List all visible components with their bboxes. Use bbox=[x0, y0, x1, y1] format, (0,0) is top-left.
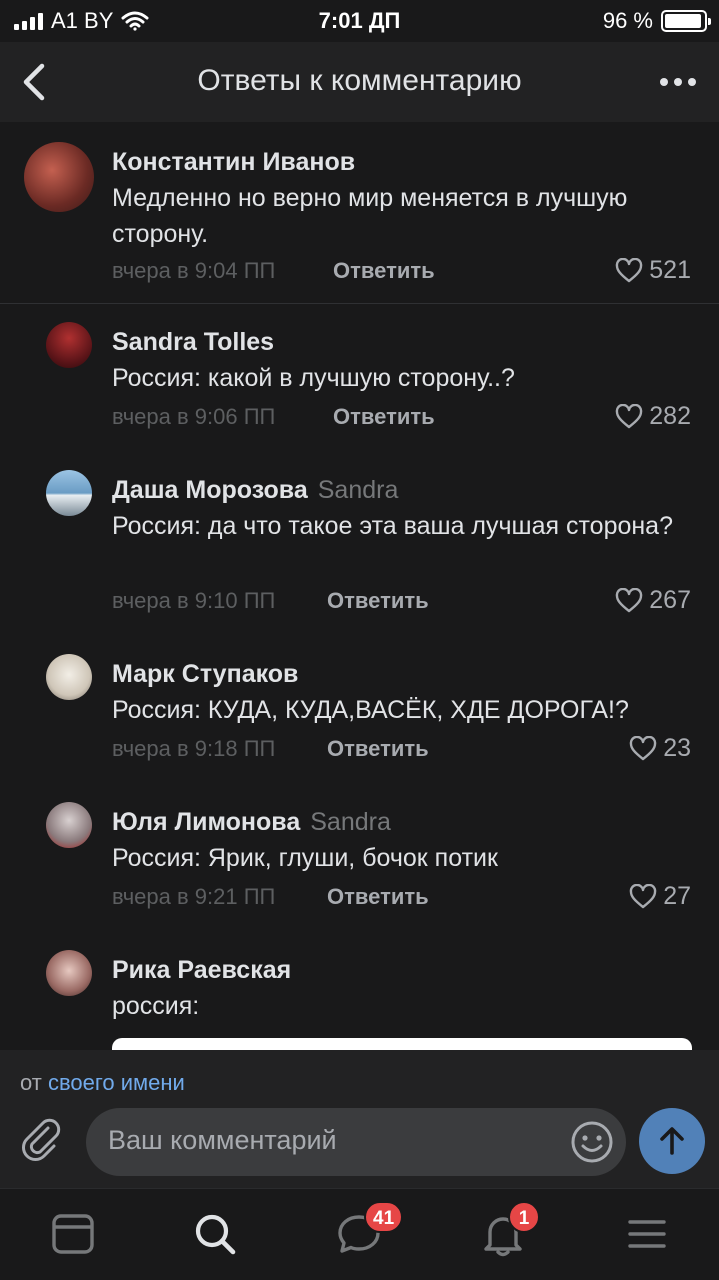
reply-comment: Даша Морозова Sandra Россия: да что такое… bbox=[0, 470, 719, 640]
comment-author[interactable]: Рика Раевская bbox=[112, 956, 291, 985]
author-name[interactable]: Sandra Tolles bbox=[112, 328, 274, 356]
messages-badge: 41 bbox=[364, 1201, 404, 1233]
status-right: 96 % bbox=[602, 8, 711, 34]
newsfeed-icon bbox=[52, 1214, 94, 1254]
comment-author[interactable]: Даша Морозова Sandra bbox=[112, 476, 398, 505]
author-name[interactable]: Юля Лимонова bbox=[112, 808, 300, 836]
avatar[interactable] bbox=[46, 654, 92, 700]
page-title: Ответы к комментарию bbox=[197, 64, 522, 97]
author-name[interactable]: Константин Иванов bbox=[112, 148, 355, 176]
comment-text: Россия: какой в лучшую сторону..? bbox=[112, 364, 515, 392]
comment-time: вчера в 9:06 ПП bbox=[112, 404, 276, 429]
comment-time: вчера в 9:21 ПП bbox=[112, 884, 276, 909]
root-comment: Константин Иванов Медленно но верно мир … bbox=[0, 122, 719, 303]
reply-button[interactable]: Ответить bbox=[333, 258, 435, 284]
author-name[interactable]: Даша Морозова bbox=[112, 476, 308, 504]
reply-comment: Юля Лимонова Sandra Россия: Ярик, глуши, … bbox=[0, 802, 719, 932]
like-button[interactable]: 23 bbox=[629, 734, 691, 763]
comment-author[interactable]: Константин Иванов bbox=[112, 148, 355, 177]
reply-button[interactable]: Ответить bbox=[327, 588, 429, 614]
battery-percent: 96 % bbox=[602, 8, 653, 33]
battery-icon bbox=[661, 10, 711, 32]
divider bbox=[0, 303, 719, 304]
tab-feed[interactable] bbox=[48, 1209, 98, 1259]
more-button[interactable] bbox=[655, 64, 701, 100]
from-prefix: от bbox=[20, 1070, 42, 1095]
tab-search[interactable] bbox=[190, 1209, 240, 1259]
emoji-button[interactable] bbox=[570, 1120, 614, 1164]
more-dot-icon bbox=[660, 78, 668, 86]
like-count: 23 bbox=[663, 734, 691, 762]
heart-icon bbox=[629, 883, 657, 908]
reply-to-name[interactable]: Sandra bbox=[318, 476, 399, 504]
comment-composer: от своего имени Ваш комментарий bbox=[0, 1050, 719, 1188]
avatar[interactable] bbox=[46, 802, 92, 848]
nav-bar: Ответы к комментарию bbox=[0, 42, 719, 122]
comment-text: Россия: да что такое эта ваша лучшая сто… bbox=[112, 512, 673, 540]
avatar[interactable] bbox=[24, 142, 94, 212]
status-bar: A1 BY 7:01 ДП 96 % bbox=[0, 0, 719, 42]
more-dot-icon bbox=[688, 78, 696, 86]
heart-icon bbox=[616, 403, 643, 428]
like-count: 282 bbox=[649, 402, 691, 430]
avatar[interactable] bbox=[46, 322, 92, 368]
comment-time: вчера в 9:04 ПП bbox=[112, 258, 276, 283]
reply-to-name[interactable]: Sandra bbox=[310, 808, 391, 836]
comment-text: россия: bbox=[112, 992, 200, 1020]
comment-time: вчера в 9:18 ПП bbox=[112, 736, 276, 761]
like-count: 27 bbox=[663, 882, 691, 910]
comment-thread[interactable]: Константин Иванов Медленно но верно мир … bbox=[0, 122, 719, 1050]
author-name[interactable]: Марк Ступаков bbox=[112, 660, 298, 688]
heart-icon bbox=[616, 257, 643, 282]
tab-notifications[interactable]: 1 bbox=[478, 1201, 540, 1259]
like-button[interactable]: 521 bbox=[615, 256, 691, 285]
reply-button[interactable]: Ответить bbox=[327, 736, 429, 762]
comment-text: Медленно но верно мир меняется в лучшую … bbox=[112, 184, 628, 248]
reply-button[interactable]: Ответить bbox=[333, 404, 435, 430]
heart-icon bbox=[629, 735, 657, 760]
like-button[interactable]: 27 bbox=[629, 882, 691, 911]
comment-time: вчера в 9:10 ПП bbox=[112, 588, 276, 613]
smile-icon bbox=[571, 1121, 613, 1163]
comment-author[interactable]: Марк Ступаков bbox=[112, 660, 298, 689]
avatar[interactable] bbox=[46, 950, 92, 996]
reply-comment: Sandra Tolles Россия: какой в лучшую сто… bbox=[0, 322, 719, 452]
battery-fill bbox=[665, 14, 702, 28]
comment-input-placeholder[interactable]: Ваш комментарий bbox=[108, 1125, 337, 1156]
paperclip-icon bbox=[22, 1118, 61, 1161]
comment-author[interactable]: Юля Лимонова Sandra bbox=[112, 808, 391, 837]
heart-icon bbox=[616, 587, 643, 612]
reply-button[interactable]: Ответить bbox=[327, 884, 429, 910]
like-button[interactable]: 282 bbox=[615, 402, 691, 431]
reply-comment: Марк Ступаков Россия: КУДА, КУДА,ВАСЁК, … bbox=[0, 654, 719, 784]
avatar[interactable] bbox=[46, 470, 92, 516]
comment-text: Россия: КУДА, КУДА,ВАСЁК, ХДЕ ДОРОГА!? bbox=[112, 696, 629, 724]
like-count: 521 bbox=[649, 256, 691, 284]
arrow-up-icon bbox=[660, 1127, 684, 1155]
like-count: 267 bbox=[649, 586, 691, 614]
more-dot-icon bbox=[674, 78, 682, 86]
comment-author[interactable]: Sandra Tolles bbox=[112, 328, 274, 357]
reply-comment: Рика Раевская россия: bbox=[0, 950, 719, 1050]
author-selector[interactable]: от своего имени bbox=[20, 1070, 185, 1096]
attach-button[interactable] bbox=[18, 1116, 66, 1164]
from-identity-link[interactable]: своего имени bbox=[48, 1070, 185, 1095]
send-button[interactable] bbox=[639, 1108, 705, 1174]
tab-menu[interactable] bbox=[622, 1209, 672, 1259]
tab-bar: 41 1 bbox=[0, 1188, 719, 1280]
search-icon bbox=[195, 1214, 236, 1255]
comment-attachment[interactable] bbox=[112, 1038, 692, 1050]
comment-input[interactable]: Ваш комментарий bbox=[86, 1108, 626, 1176]
notifications-badge: 1 bbox=[508, 1201, 540, 1233]
hamburger-menu-icon bbox=[628, 1220, 666, 1248]
like-button[interactable]: 267 bbox=[615, 586, 691, 615]
tab-messages[interactable]: 41 bbox=[334, 1201, 404, 1259]
comment-text: Россия: Ярик, глуши, бочок потик bbox=[112, 844, 498, 872]
author-name[interactable]: Рика Раевская bbox=[112, 956, 291, 984]
